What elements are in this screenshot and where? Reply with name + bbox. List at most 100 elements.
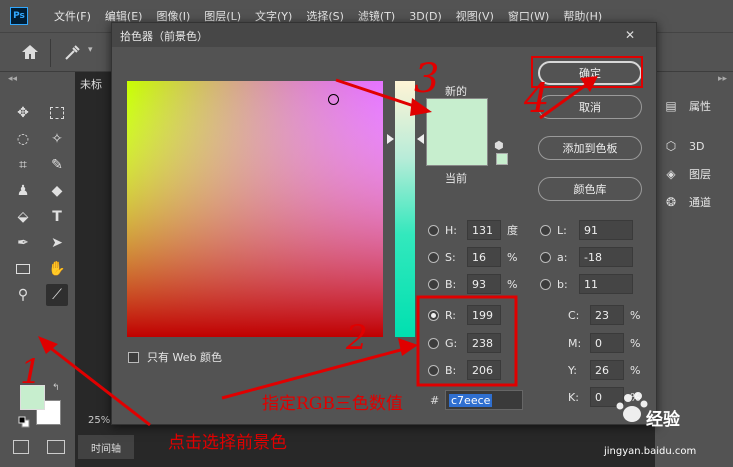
path-select-icon[interactable]: ➤ (46, 232, 68, 254)
brush-icon[interactable]: ✎ (46, 154, 68, 176)
add-to-swatches-button[interactable]: 添加到色板 (538, 136, 642, 160)
home-icon[interactable] (20, 43, 40, 61)
tool-panel: ◂◂ ✥ ◌ ✧ ⌗ ✎ ♟ ◆ ⬙ T ✒ ➤ ✋ ⚲ ⟋ ↰ (0, 72, 75, 467)
quick-mask-icon[interactable] (13, 440, 29, 454)
panel-layers[interactable]: ◈ 图层 (663, 166, 711, 182)
rgb-b-row: B: 206 (428, 360, 501, 380)
hex-value: c7eece (449, 394, 493, 407)
s-field[interactable]: 16 (467, 247, 501, 267)
zoom-tool-icon[interactable]: ⚲ (12, 284, 34, 306)
eyedropper-tool-icon[interactable]: ⟋ (46, 284, 68, 306)
rgb-b-radio[interactable] (428, 364, 439, 376)
s-label: S: (445, 250, 456, 264)
ok-button[interactable]: 确定 (538, 61, 642, 85)
panel-properties[interactable]: ▤ 属性 (663, 98, 711, 114)
l-field[interactable]: 91 (579, 220, 633, 240)
expand-panels-icon[interactable]: ▸▸ (718, 74, 727, 84)
hsb-b-field[interactable]: 93 (467, 274, 501, 294)
screen-mode-icon[interactable] (47, 440, 65, 454)
rgb-b-field[interactable]: 206 (467, 360, 501, 380)
photoshop-logo: Ps (10, 7, 28, 25)
channels-icon: ❂ (665, 195, 677, 209)
cancel-button[interactable]: 取消 (538, 95, 642, 119)
marquee-tool-icon[interactable] (46, 102, 68, 124)
eyedropper-icon[interactable] (62, 43, 82, 61)
move-tool-icon[interactable]: ✥ (12, 102, 34, 124)
rectangle-tool-icon[interactable] (12, 258, 34, 280)
a-field[interactable]: -18 (579, 247, 633, 267)
hand-tool-icon[interactable]: ✋ (46, 258, 68, 280)
a-radio[interactable] (540, 251, 551, 263)
layers-icon: ◈ (666, 167, 676, 181)
options-separator (50, 39, 51, 67)
g-radio[interactable] (428, 337, 439, 349)
crop-tool-icon[interactable]: ⌗ (12, 154, 34, 176)
color-library-button[interactable]: 颜色库 (538, 177, 642, 201)
g-field[interactable]: 238 (467, 333, 501, 353)
r-field[interactable]: 199 (467, 305, 501, 325)
hue-slider[interactable] (395, 81, 415, 337)
panel-3d-label: 3D (689, 139, 705, 153)
collapse-icon[interactable]: ◂◂ (8, 74, 17, 84)
m-field[interactable]: 0 (590, 333, 624, 353)
eraser-icon[interactable]: ◆ (46, 180, 68, 202)
annotation-step2-text: 指定RGB三色数值 (262, 394, 403, 414)
h-field[interactable]: 131 (467, 220, 501, 240)
tab-timeline[interactable]: 时间轴 (78, 435, 134, 459)
hsb-h-row: H: 131 度 (428, 220, 518, 240)
h-radio[interactable] (428, 224, 439, 236)
l-radio[interactable] (540, 224, 551, 236)
hex-input[interactable]: c7eece (445, 390, 523, 410)
hue-slider-handle-left[interactable] (387, 134, 394, 144)
annotation-number-4: 4 (524, 76, 550, 122)
close-icon[interactable]: ✕ (618, 26, 642, 44)
default-colors-icon[interactable] (18, 416, 30, 428)
r-radio[interactable] (428, 309, 439, 321)
web-only-option[interactable]: 只有 Web 颜色 (128, 349, 222, 365)
hex-label: # (430, 394, 440, 407)
color-field-gradient[interactable] (127, 81, 383, 337)
lasso-tool-icon[interactable]: ◌ (12, 128, 34, 150)
stamp-tool-icon[interactable]: ♟ (12, 180, 34, 202)
lab-b-field[interactable]: 11 (579, 274, 633, 294)
hue-slider-handle-right[interactable] (417, 134, 424, 144)
panel-channels[interactable]: ❂ 通道 (663, 194, 711, 210)
color-picker-cursor[interactable] (328, 94, 339, 105)
lab-b-row: b: 11 (540, 274, 633, 294)
menu-3d[interactable]: 3D(D) (409, 10, 442, 23)
gamut-cube-icon: ⬢ (494, 139, 504, 152)
type-tool-icon[interactable]: T (46, 206, 68, 228)
s-radio[interactable] (428, 251, 439, 263)
g-label: G: (445, 336, 458, 350)
zoom-level: 25% (88, 415, 111, 426)
new-color-swatch (426, 98, 488, 133)
hsb-b-radio[interactable] (428, 278, 439, 290)
panel-3d[interactable]: ⬡ 3D (663, 138, 705, 154)
color-picker-dialog: 拾色器（前景色） ✕ 新的 当前 ⬢ 确定 取消 添加到色板 颜色库 H: 13… (111, 22, 657, 425)
dialog-title: 拾色器（前景色） (120, 30, 208, 43)
y-unit: % (630, 363, 641, 377)
swap-colors-icon[interactable]: ↰ (52, 383, 60, 393)
web-only-checkbox[interactable] (128, 351, 139, 363)
h-unit: 度 (507, 224, 518, 237)
web-safe-swatch[interactable] (496, 153, 508, 165)
paint-bucket-icon[interactable]: ⬙ (12, 206, 34, 228)
pen-tool-icon[interactable]: ✒ (12, 232, 34, 254)
c-field[interactable]: 23 (590, 305, 624, 325)
watermark-brand: 经验 (646, 410, 680, 430)
menu-file[interactable]: 文件(F) (54, 8, 91, 24)
hsb-b-label: B: (445, 277, 457, 291)
chevron-down-icon[interactable]: ▾ (88, 45, 93, 55)
foreground-color-swatch[interactable] (20, 385, 45, 410)
dialog-titlebar[interactable]: 拾色器（前景色） ✕ (112, 23, 656, 47)
cmyk-c-row: C: 23 % (568, 305, 640, 325)
cmyk-y-row: Y: 26 % (568, 360, 640, 380)
current-color-swatch[interactable] (426, 133, 488, 166)
y-field[interactable]: 26 (590, 360, 624, 380)
lab-b-label: b: (557, 277, 568, 291)
m-unit: % (630, 336, 641, 350)
magic-wand-icon[interactable]: ✧ (46, 128, 68, 150)
new-color-label: 新的 (445, 85, 467, 98)
lab-b-radio[interactable] (540, 278, 551, 290)
panel-properties-label: 属性 (689, 100, 711, 113)
